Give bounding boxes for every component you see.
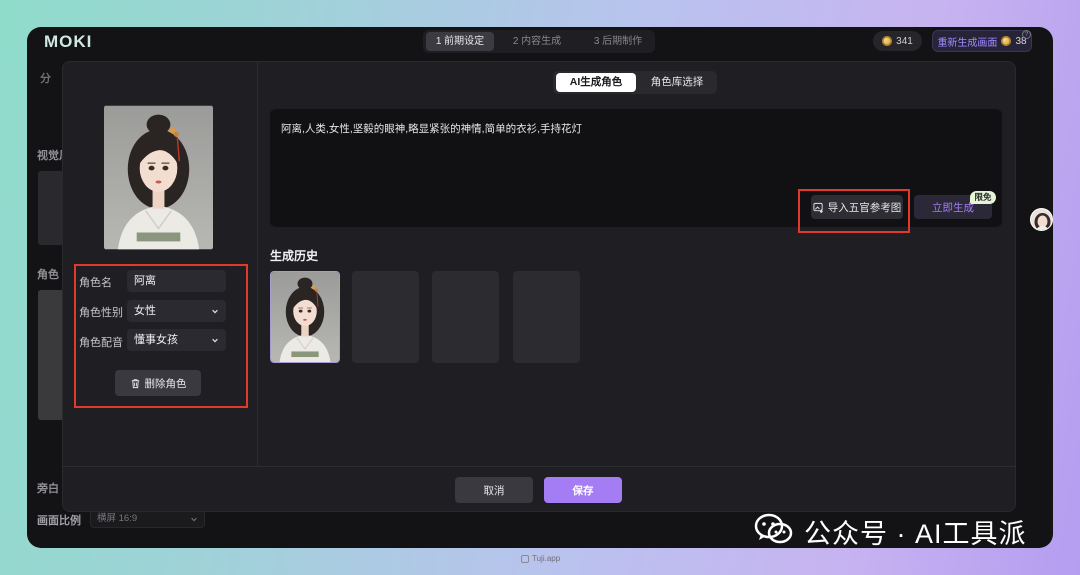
character-gender-label: 角色性别: [79, 307, 123, 319]
source-label: Tuji.app: [521, 554, 560, 563]
history-item-empty[interactable]: [352, 271, 419, 363]
character-prompt-text: 阿离,人类,女性,坚毅的眼神,略显紧张的神情,简单的衣衫,手持花灯: [281, 123, 583, 135]
character-gender-select[interactable]: 女性: [127, 300, 226, 322]
tab-step-post[interactable]: 3 后期制作: [584, 32, 652, 51]
modal-footer-divider: [62, 466, 1016, 467]
delete-character-label: 删除角色: [144, 377, 187, 390]
character-voice-label: 角色配音: [79, 337, 123, 349]
tab-step-content[interactable]: 2 内容生成: [505, 32, 569, 51]
tab-character-library[interactable]: 角色库选择: [639, 73, 715, 92]
history-title: 生成历史: [270, 249, 319, 263]
history-item-empty[interactable]: [513, 271, 580, 363]
history-item[interactable]: [270, 271, 340, 363]
free-badge: 限免: [970, 191, 996, 204]
character-name-input[interactable]: 阿离: [127, 270, 226, 292]
chevron-down-icon: [191, 517, 197, 522]
save-label: 保存: [572, 484, 594, 497]
trash-icon: [131, 378, 139, 388]
help-icon[interactable]: ?: [1022, 30, 1031, 39]
regenerate-label: 重新生成画面: [937, 37, 998, 49]
character-voice-select[interactable]: 懂事女孩: [127, 329, 226, 351]
bg-role-card[interactable]: [38, 290, 64, 420]
regenerate-scenes-button[interactable]: 重新生成画面 38: [932, 30, 1032, 52]
history-item-empty[interactable]: [432, 271, 499, 363]
aspect-ratio-label: 画面比例: [37, 515, 81, 527]
image-import-icon: [813, 202, 823, 213]
bg-section-narration: 旁白: [37, 483, 59, 495]
bg-section-fragment: 分: [40, 73, 51, 85]
import-face-reference-label: 导入五官参考图: [827, 201, 902, 214]
bg-style-thumbnail[interactable]: [38, 171, 64, 245]
user-avatar[interactable]: [1030, 208, 1053, 231]
aspect-ratio-value: 横屏 16:9: [97, 513, 138, 524]
character-voice-value: 懂事女孩: [134, 334, 178, 346]
source-icon: [521, 554, 529, 563]
chevron-down-icon: [212, 338, 218, 343]
modal-divider: [257, 62, 258, 466]
chevron-down-icon: [212, 309, 218, 314]
coin-balance: 341: [873, 31, 922, 51]
character-name-label: 角色名: [79, 277, 112, 289]
tab-ai-generate[interactable]: AI生成角色: [556, 73, 636, 92]
bg-section-roles: 角色: [37, 269, 59, 281]
app-logo[interactable]: MOKI: [44, 32, 92, 52]
tab-step-setup[interactable]: 1 前期设定: [426, 32, 494, 51]
delete-character-button[interactable]: 删除角色: [115, 370, 201, 396]
watermark-text: 公众号 · AI工具派: [804, 519, 1027, 549]
character-gender-value: 女性: [134, 305, 156, 317]
character-name-value: 阿离: [134, 275, 156, 287]
cancel-button[interactable]: 取消: [455, 477, 533, 503]
cancel-label: 取消: [483, 484, 505, 497]
save-button[interactable]: 保存: [544, 477, 622, 503]
wechat-icon: [754, 513, 793, 544]
coin-balance-value: 341: [896, 35, 913, 47]
coin-icon: [882, 36, 893, 46]
character-portrait: [104, 105, 213, 250]
import-face-reference-button[interactable]: 导入五官参考图: [811, 195, 903, 219]
generate-now-label: 立即生成: [932, 201, 974, 214]
source-text: Tuji.app: [532, 554, 561, 563]
coin-icon: [1001, 36, 1012, 46]
